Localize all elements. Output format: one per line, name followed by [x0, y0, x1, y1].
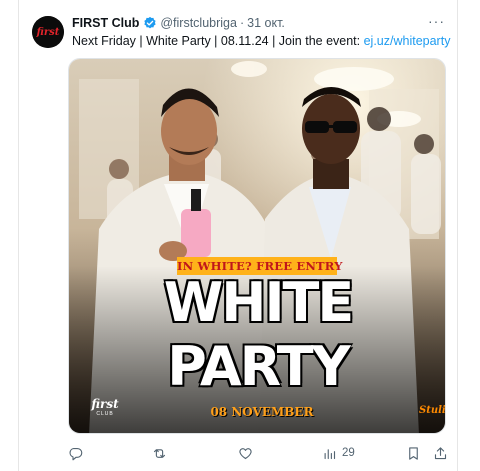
more-options-icon[interactable]: ···	[428, 13, 445, 29]
retweet-button[interactable]	[152, 444, 167, 462]
share-button[interactable]	[433, 444, 448, 462]
bookmark-icon	[409, 446, 418, 460]
poster-title-white: WHITE	[163, 271, 355, 334]
views-icon	[324, 448, 336, 459]
club-logo: first CLUB	[83, 397, 127, 423]
tweet-header: FIRST Club @firstclubriga · 31 окт.	[72, 16, 285, 30]
poster-title-party: PARTY	[167, 335, 351, 398]
like-icon	[239, 447, 252, 459]
tweet-body: Next Friday | White Party | 08.11.24 | J…	[72, 34, 364, 48]
like-button[interactable]	[238, 444, 253, 462]
share-icon	[434, 446, 447, 459]
studio-watermark: Stuli	[419, 405, 446, 416]
author-name[interactable]: FIRST Club	[72, 16, 139, 30]
views-count: 29	[342, 447, 355, 459]
avatar[interactable]: first	[32, 16, 64, 48]
reply-button[interactable]	[68, 444, 83, 462]
poster-date: 08 NOVEMBER	[210, 405, 314, 419]
tweet-text: Next Friday | White Party | 08.11.24 | J…	[72, 34, 450, 48]
avatar-text: first	[36, 27, 60, 38]
verified-badge-icon	[144, 16, 156, 29]
tweet-media-image[interactable]: IN WHITE? FREE ENTRY WHITE PARTY 08 NOVE…	[68, 58, 446, 434]
tweet-link[interactable]: ej.uz/whiteparty	[364, 34, 451, 48]
views-button[interactable]: 29	[322, 444, 355, 462]
club-logo-subtitle: CLUB	[96, 411, 114, 417]
tweet-actions-bar: 29	[68, 444, 448, 462]
reply-icon	[69, 447, 83, 460]
bookmark-button[interactable]	[406, 444, 421, 462]
tweet-date[interactable]: 31 окт.	[247, 16, 285, 30]
first-club-logo-icon: first	[32, 16, 64, 48]
header-separator: ·	[239, 16, 245, 30]
retweet-icon	[153, 448, 166, 458]
club-logo-wordmark: first	[91, 397, 119, 411]
author-handle[interactable]: @firstclubriga	[160, 16, 237, 30]
